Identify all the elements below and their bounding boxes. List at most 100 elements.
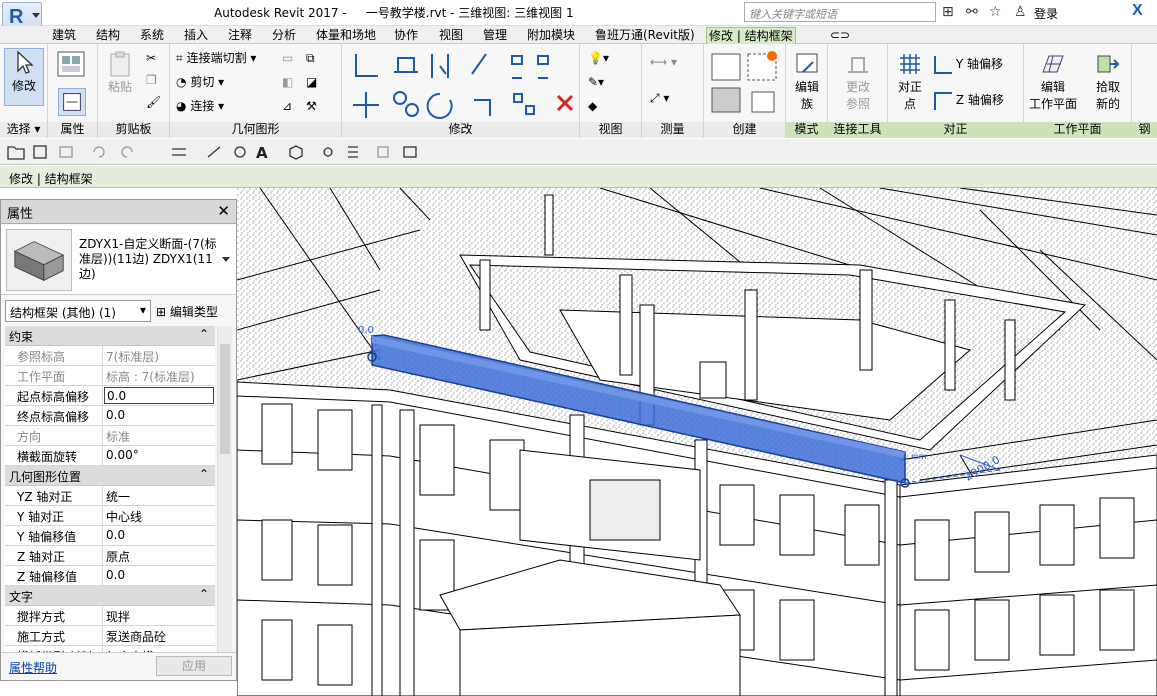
tab-7[interactable]: 体量和场地: [314, 27, 378, 44]
scrollbar-thumb[interactable]: [220, 344, 230, 454]
property-row[interactable]: Z 轴偏移值 0.0: [5, 566, 215, 586]
property-value[interactable]: 中心线: [103, 506, 215, 525]
property-value[interactable]: 0.00°: [103, 446, 215, 465]
element-filter-dropdown[interactable]: 结构框架 (其他) (1) ▾: [5, 300, 151, 322]
join-cut-button[interactable]: ⌗ 连接端切割 ▾: [176, 48, 256, 68]
building-3d-model[interactable]: [237, 188, 1157, 696]
chevron-down-icon[interactable]: [222, 257, 230, 262]
collapse-icon[interactable]: ⌃: [199, 327, 209, 341]
hide-element-icon[interactable]: 💡▾: [588, 48, 609, 68]
property-row[interactable]: 参照标高 7(标准层): [5, 346, 215, 366]
edit-type-button[interactable]: ⊞ 编辑类型: [156, 303, 218, 320]
property-row[interactable]: Z 轴对正 原点: [5, 546, 215, 566]
type-selector[interactable]: ZDYX1-自定义断面-(7(标准层))(11边) ZDYX1(11边): [1, 225, 236, 295]
create-group-icon[interactable]: [708, 48, 782, 118]
collapse-icon[interactable]: ⌃: [199, 587, 209, 601]
property-row[interactable]: 方向 标准: [5, 426, 215, 446]
property-row[interactable]: Y 轴对正 中心线: [5, 506, 215, 526]
3d-viewport[interactable]: 0.0 2900.0 mm: [237, 188, 1157, 696]
demolish-icon[interactable]: ◪: [306, 72, 317, 92]
property-value[interactable]: 0.0: [104, 387, 214, 404]
properties-scrollbar[interactable]: [217, 326, 232, 652]
property-value[interactable]: 泵送商品砼: [103, 626, 215, 645]
property-value[interactable]: 原点: [103, 546, 215, 565]
tab-9[interactable]: 视图: [437, 27, 465, 44]
property-value[interactable]: 0.0: [103, 406, 215, 425]
cut-button[interactable]: ◔ 剪切 ▾: [176, 72, 224, 92]
select-panel-label[interactable]: 选择 ▾: [0, 122, 47, 138]
edit-family-button[interactable]: 编辑族: [790, 50, 824, 112]
tab-12[interactable]: 鲁班万通(Revit版): [593, 27, 697, 44]
tab-10[interactable]: 管理: [481, 27, 509, 44]
dimension-label-left[interactable]: 0.0: [358, 325, 374, 336]
property-row[interactable]: 终点标高偏移 0.0: [5, 406, 215, 426]
properties-icon[interactable]: [56, 50, 88, 80]
split-face-icon[interactable]: ▭: [282, 48, 293, 68]
modify-tools-icon[interactable]: [348, 48, 580, 122]
section-header[interactable]: 几何图形位置 ⌃: [5, 466, 215, 486]
modify-panel: 修改: [342, 44, 580, 138]
y-offset-button[interactable]: Y 轴偏移: [934, 54, 1003, 74]
tab-3[interactable]: 系统: [138, 27, 166, 44]
minimize-ribbon-icon[interactable]: ⊂⊃: [828, 27, 852, 44]
linework-icon[interactable]: ◆: [588, 96, 597, 116]
user-icon[interactable]: ♙: [1014, 4, 1027, 20]
close-icon[interactable]: ✕: [217, 202, 230, 220]
justification-points-button[interactable]: 对正点: [894, 50, 926, 112]
property-value[interactable]: 0.0: [103, 566, 215, 585]
pick-new-host-button[interactable]: 拾取 新的: [1086, 50, 1130, 112]
wall-joins-icon[interactable]: ⧉: [306, 48, 315, 68]
properties-help-link[interactable]: 属性帮助: [9, 659, 57, 676]
z-offset-button[interactable]: Z 轴偏移: [934, 90, 1004, 110]
tab-6[interactable]: 分析: [270, 27, 298, 44]
login-link[interactable]: 登录: [1034, 5, 1058, 22]
property-row[interactable]: 施工方式 泵送商品砼: [5, 626, 215, 646]
tab-13[interactable]: 修改 | 结构框架: [706, 27, 796, 44]
subscription-icon[interactable]: ⚯: [966, 4, 978, 20]
clipboard-panel: 粘贴 ✂ ❐ 🖌 剪贴板: [98, 44, 170, 138]
join-button[interactable]: ◕ 连接 ▾: [176, 96, 224, 116]
star-icon[interactable]: ☆: [989, 4, 1002, 20]
edit-workplane-button[interactable]: 编辑 工作平面: [1026, 50, 1080, 112]
apply-button[interactable]: 应用: [156, 656, 232, 676]
property-name: Y 轴对正: [5, 506, 103, 525]
properties-header[interactable]: 属性 ✕: [1, 200, 236, 224]
dimension-icon[interactable]: ⤢ ▾: [650, 88, 669, 108]
exchange-icon[interactable]: X: [1132, 2, 1143, 20]
collapse-icon[interactable]: ⌃: [199, 467, 209, 481]
property-row[interactable]: 横截面旋转 0.00°: [5, 446, 215, 466]
hammer-icon[interactable]: ⚒: [306, 96, 317, 116]
paint-icon[interactable]: ◧: [282, 72, 293, 92]
tab-5[interactable]: 注释: [226, 27, 254, 44]
copy-icon[interactable]: ❐: [146, 70, 157, 90]
beam-system-icon[interactable]: ⊿: [282, 96, 292, 116]
binoculars-icon[interactable]: ⊞: [942, 4, 954, 20]
measure-distance-icon[interactable]: ⟷ ▾: [650, 52, 677, 72]
tab-11[interactable]: 附加模块: [525, 27, 577, 44]
property-value[interactable]: 0.0: [103, 526, 215, 545]
modify-button[interactable]: 修改: [4, 48, 44, 106]
override-graphics-icon[interactable]: ✎▾: [588, 72, 604, 92]
quick-access-icons[interactable]: A: [6, 143, 446, 161]
property-row[interactable]: 起点标高偏移 0.0: [5, 386, 215, 406]
tab-2[interactable]: 结构: [94, 27, 122, 44]
property-row[interactable]: 搅拌方式 现拌: [5, 606, 215, 626]
property-row[interactable]: 工作平面 标高 : 7(标准层): [5, 366, 215, 386]
search-input[interactable]: 键入关键字或短语: [744, 2, 936, 22]
cut-scissors-icon[interactable]: ✂: [146, 48, 156, 68]
tab-1[interactable]: 建筑: [50, 27, 78, 44]
window-title: Autodesk Revit 2017 - 一号教学楼.rvt - 三维视图: …: [214, 6, 574, 20]
match-type-icon[interactable]: 🖌: [146, 92, 161, 112]
section-header[interactable]: 约束 ⌃: [5, 326, 215, 346]
paste-button[interactable]: 粘贴: [104, 50, 136, 95]
tab-8[interactable]: 协作: [392, 27, 420, 44]
change-reference-button[interactable]: 更改 参照: [838, 50, 878, 112]
type-properties-icon[interactable]: [58, 88, 86, 116]
section-header[interactable]: 文字 ⌃: [5, 586, 215, 606]
property-name: 搅拌方式: [5, 606, 103, 625]
property-value[interactable]: 现拌: [103, 606, 215, 625]
property-value[interactable]: 统一: [103, 486, 215, 505]
property-row[interactable]: YZ 轴对正 统一: [5, 486, 215, 506]
property-row[interactable]: Y 轴偏移值 0.0: [5, 526, 215, 546]
tab-4[interactable]: 插入: [182, 27, 210, 44]
